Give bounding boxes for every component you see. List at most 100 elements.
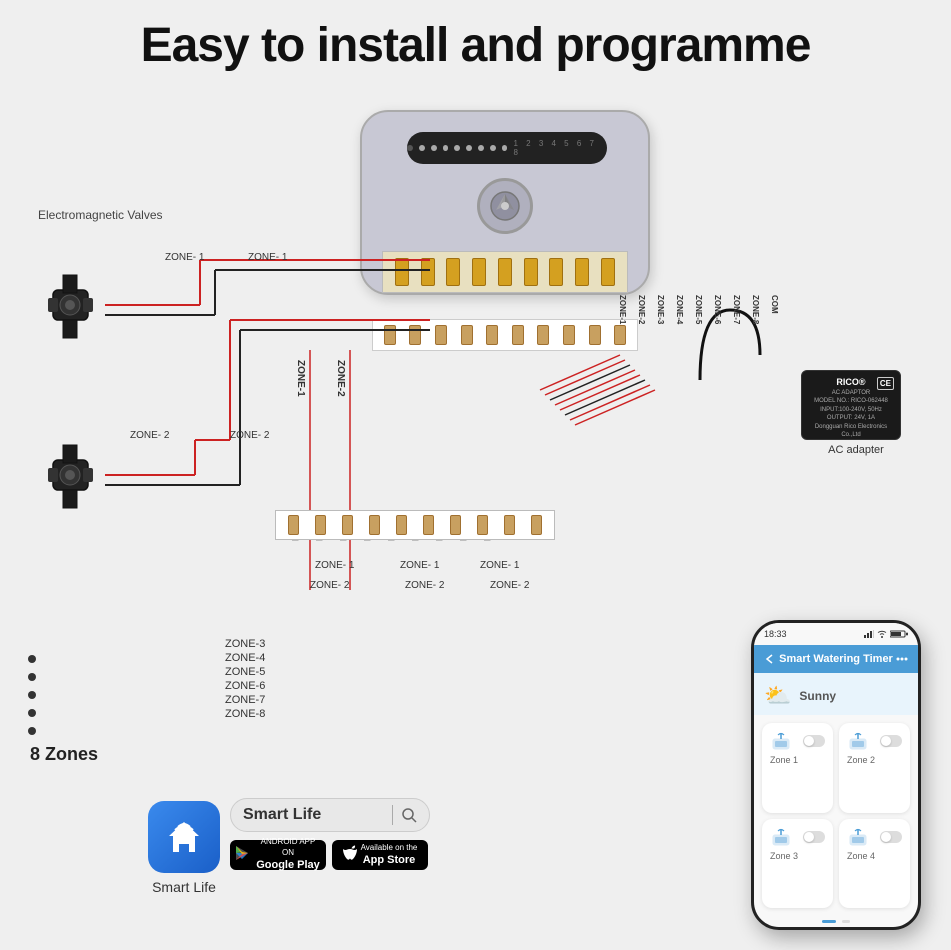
zone1-bottom-label: ZONE- 1: [315, 560, 354, 571]
zone1-bottom-label-2: ZONE- 1: [400, 560, 439, 571]
strip-terminal-7: [450, 515, 461, 535]
zone-list-7: ZONE-7: [225, 694, 265, 706]
zone-2-toggle[interactable]: [880, 735, 902, 747]
lower-terminal-5: [486, 325, 498, 345]
controller-logo: [477, 178, 533, 234]
terminal-6: [524, 258, 538, 286]
phone-app-title: Smart Watering Timer: [779, 653, 893, 665]
battery-icon: [890, 630, 908, 638]
lower-terminal-8: [563, 325, 575, 345]
page-dot-1: [842, 920, 850, 923]
phone-weather-section: ⛅ Sunny: [754, 673, 918, 715]
smart-life-icon-svg: [161, 814, 207, 860]
apple-logo-icon: [343, 845, 357, 861]
terminal-block-top: [382, 251, 628, 293]
google-play-text: ANDROID APP ON Google Play: [254, 837, 322, 872]
eight-zones-label: 8 Zones: [30, 744, 98, 765]
terminal-2: [421, 258, 435, 286]
signal-icon: [864, 630, 874, 638]
zone2-bottom-label-3: ZONE- 2: [490, 580, 529, 591]
search-bar[interactable]: Smart Life: [230, 798, 430, 832]
dot-2: [28, 673, 36, 681]
zone2-vertical-label: ZONE-2: [335, 360, 346, 397]
app-search-area: Smart Life: [230, 798, 430, 870]
back-icon: [764, 653, 776, 665]
zone-1-icon: [770, 731, 792, 751]
controller-logo-svg: [489, 190, 521, 222]
lower-terminal-strip: [275, 510, 555, 540]
zone-4-header: [847, 827, 902, 847]
phone-zone-grid: Zone 1 Zone 2: [754, 715, 918, 916]
app-store-button[interactable]: Available on the App Store: [332, 840, 428, 870]
phone-time: 18:33: [764, 629, 787, 639]
ctrl-zone-2: ZONE-2: [637, 295, 646, 324]
zone-2-icon: [847, 731, 869, 751]
adapter-details: AC ADAPTOR MODEL NO.: RICO-062448 INPUT:…: [808, 389, 894, 439]
ctrl-zone-4: ZONE-4: [675, 295, 684, 324]
strip-terminal-3: [342, 515, 353, 535]
weather-text: Sunny: [799, 689, 836, 703]
terminal-8: [575, 258, 589, 286]
zone-2-name: Zone 2: [847, 755, 902, 765]
terminal-7: [549, 258, 563, 286]
zone-list-3: ZONE-3: [225, 638, 265, 650]
strip-terminal-6: [423, 515, 434, 535]
zone-card-4: Zone 4: [839, 819, 910, 909]
phone-status-bar: 18:33: [754, 623, 918, 645]
valve-2: [38, 440, 103, 520]
controller-body: 1 2 3 4 5 6 7 8: [360, 110, 650, 295]
dots-column: [28, 655, 36, 735]
zone-card-1: Zone 1: [762, 723, 833, 813]
phone-app-header: Smart Watering Timer: [754, 645, 918, 673]
terminal-1: [395, 258, 409, 286]
valve-1: [38, 270, 103, 350]
ctrl-zone-6: ZONE-6: [713, 295, 722, 324]
zone-3-icon: [770, 827, 792, 847]
screen-dot-3: [443, 145, 449, 151]
wifi-icon: [877, 630, 887, 638]
screen-dot-4: [454, 145, 460, 151]
screen-dot-8: [502, 145, 508, 151]
screen-dot-1: [419, 145, 425, 151]
strip-terminal-4: [369, 515, 380, 535]
strip-terminal-10: [531, 515, 542, 535]
terminal-5: [498, 258, 512, 286]
page-dot-active: [822, 920, 836, 923]
google-play-button[interactable]: ANDROID APP ON Google Play: [230, 840, 326, 870]
screen-label: 1 2 3 4 5 6 7 8: [513, 139, 607, 157]
zone-1-name: Zone 1: [770, 755, 825, 765]
zone-3-toggle[interactable]: [803, 831, 825, 843]
app-store-title: App Store: [361, 853, 418, 867]
zone-3-header: [770, 827, 825, 847]
search-bar-text: Smart Life: [243, 806, 384, 824]
screen-dot-5: [466, 145, 472, 151]
zone2-mid-label-right: ZONE- 2: [230, 430, 269, 441]
zone-1-header: [770, 731, 825, 751]
lower-terminal-3: [435, 325, 447, 345]
ctrl-zone-3: ZONE-3: [656, 295, 665, 324]
lower-terminal-9: [589, 325, 601, 345]
zone-list-4: ZONE-4: [225, 652, 265, 664]
page-title: Easy to install and programme: [0, 0, 951, 73]
search-divider: [392, 805, 394, 825]
terminal-3: [446, 258, 460, 286]
zone-4-toggle-knob: [881, 832, 891, 842]
ctrl-zone-1: ZONE-1: [618, 295, 627, 324]
zone-2-header: [847, 731, 902, 751]
controller-device: 1 2 3 4 5 6 7 8: [360, 110, 660, 330]
strip-terminal-8: [477, 515, 488, 535]
zone2-bottom-label-2: ZONE- 2: [405, 580, 444, 591]
strip-terminal-1: [288, 515, 299, 535]
strip-terminal-2: [315, 515, 326, 535]
menu-icon: [896, 653, 908, 665]
lower-terminal-6: [512, 325, 524, 345]
zone-1-toggle-knob: [804, 736, 814, 746]
zone-4-toggle[interactable]: [880, 831, 902, 843]
smart-life-section: Smart Life: [148, 801, 220, 895]
zone-3-toggle-knob: [804, 832, 814, 842]
valve-2-svg: [38, 440, 103, 515]
zone1-vertical-label: ZONE-1: [295, 360, 306, 397]
zone-1-toggle[interactable]: [803, 735, 825, 747]
ac-adapter-box: RICO® AC ADAPTOR MODEL NO.: RICO-062448 …: [801, 370, 901, 440]
zone1-top-label-left: ZONE- 1: [165, 252, 204, 263]
